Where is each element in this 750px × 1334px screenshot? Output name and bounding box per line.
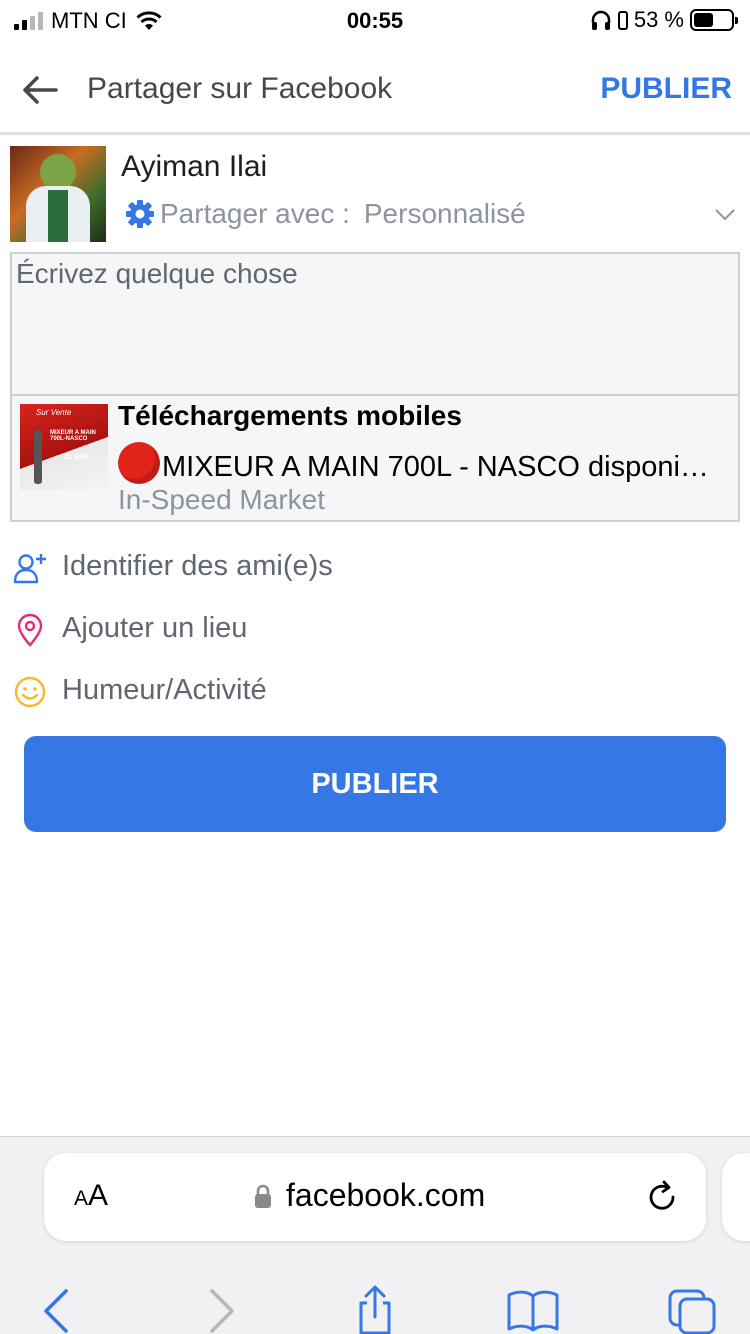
url-display[interactable]: facebook.com <box>254 1177 485 1214</box>
thumbnail-price: 23 500F <box>64 454 90 461</box>
gear-icon <box>126 200 154 228</box>
orientation-lock-icon <box>617 11 628 30</box>
tag-friends-option[interactable]: Identifier des ami(e)s <box>0 540 750 596</box>
feeling-activity-label: Humeur/Activité <box>62 674 267 706</box>
privacy-selector[interactable]: Partager avec : Personnalisé <box>124 198 526 230</box>
bookmarks-icon[interactable] <box>505 1285 561 1334</box>
publish-button[interactable]: PUBLIER <box>24 736 726 832</box>
share-icon[interactable] <box>347 1285 403 1334</box>
add-location-option[interactable]: Ajouter un lieu <box>0 602 750 658</box>
smiley-icon <box>14 676 46 708</box>
feeling-activity-option[interactable]: Humeur/Activité <box>0 664 750 720</box>
next-tab-peek[interactable] <box>722 1153 750 1241</box>
privacy-label: Partager avec : <box>160 198 350 229</box>
tabs-icon[interactable] <box>664 1285 720 1334</box>
thumbnail-product-name: MIXEUR A MAIN 700L-NASCO <box>50 430 96 442</box>
url-text: facebook.com <box>286 1177 486 1213</box>
link-preview-card[interactable]: Sur Vente MIXEUR A MAIN 700L-NASCO 23 50… <box>10 396 740 522</box>
browser-toolbar: AA facebook.com <box>0 1136 750 1334</box>
link-title: Téléchargements mobiles <box>118 400 462 431</box>
link-thumbnail: Sur Vente MIXEUR A MAIN 700L-NASCO 23 50… <box>20 404 108 490</box>
headphones-icon <box>591 10 611 30</box>
post-text-input[interactable]: Écrivez quelque chose <box>10 252 740 396</box>
post-text-placeholder: Écrivez quelque chose <box>16 258 298 289</box>
link-description-row: MIXEUR A MAIN 700L - NASCO disponi… <box>118 442 738 484</box>
location-pin-icon <box>17 613 43 647</box>
share-header: Partager sur Facebook PUBLIER <box>0 50 750 130</box>
back-arrow-icon[interactable] <box>18 68 62 112</box>
address-bar[interactable]: AA facebook.com <box>44 1153 706 1241</box>
lock-icon <box>255 1184 271 1208</box>
link-description: MIXEUR A MAIN 700L - NASCO disponi… <box>162 451 709 483</box>
share-page: MTN CI 00:55 53 % Partager sur Facebook … <box>0 0 750 1334</box>
battery-percent: 53 % <box>633 7 684 32</box>
thumbnail-tag: Sur Vente <box>36 408 72 417</box>
chevron-down-icon[interactable] <box>714 208 736 222</box>
header-publish-button[interactable]: PUBLIER <box>600 72 732 106</box>
privacy-value: Personnalisé <box>363 198 526 229</box>
link-source: In-Speed Market <box>118 484 325 515</box>
product-image <box>34 430 42 484</box>
avatar <box>10 146 106 242</box>
battery-level <box>694 13 713 27</box>
text-size-button[interactable]: AA <box>74 1179 108 1213</box>
status-bar: MTN CI 00:55 53 % <box>0 0 750 40</box>
page-title: Partager sur Facebook <box>87 72 393 105</box>
header-divider <box>0 132 750 135</box>
reload-icon[interactable] <box>644 1179 680 1215</box>
battery-icon <box>690 9 738 31</box>
red-circle-emoji-icon <box>118 442 160 484</box>
browser-forward-icon[interactable] <box>192 1285 248 1334</box>
add-location-label: Ajouter un lieu <box>62 612 248 644</box>
tag-friends-icon <box>13 554 46 584</box>
user-name: Ayiman Ilai <box>121 150 268 183</box>
status-right: 53 % <box>590 7 738 33</box>
browser-back-icon[interactable] <box>30 1285 86 1334</box>
tag-friends-label: Identifier des ami(e)s <box>62 550 333 582</box>
